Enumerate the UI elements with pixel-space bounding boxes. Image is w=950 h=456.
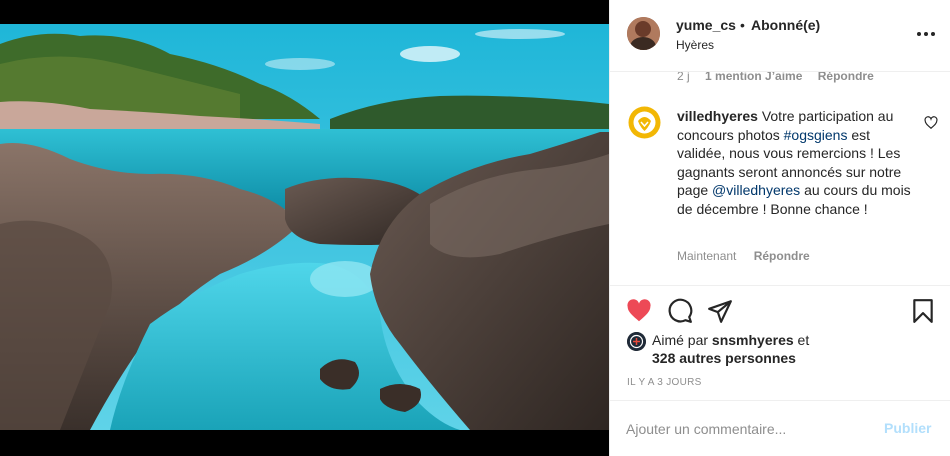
likes-summary: Aimé par snsmhyeres et 328 autres person…	[610, 330, 950, 372]
post-time-ago[interactable]: IL Y A 3 JOURS	[627, 377, 702, 388]
likes-line: Aimé par snsmhyeres et	[652, 332, 809, 348]
commenter-avatar[interactable]	[627, 105, 662, 140]
comment-input[interactable]	[626, 415, 866, 443]
post-photo[interactable]	[0, 24, 609, 430]
previous-comment-likes[interactable]: 1 mention J’aime	[705, 72, 802, 83]
post-side-panel: yume_cs • Abonné(e) Hyères 2 j 1 mention…	[609, 0, 950, 456]
likes-prefix: Aimé par	[652, 332, 712, 348]
comment-icon[interactable]	[667, 298, 693, 324]
others-likes-link[interactable]: 328 autres personnes	[652, 350, 796, 366]
post-actions	[610, 294, 950, 328]
publish-button[interactable]: Publier	[884, 420, 931, 436]
more-icon[interactable]	[915, 26, 937, 42]
previous-comment-time: 2 j	[677, 72, 690, 83]
previous-comment-reply-button[interactable]: Répondre	[818, 72, 874, 83]
liker-username[interactable]: snsmhyeres	[712, 332, 794, 348]
liker-avatar[interactable]	[627, 332, 646, 351]
comment-reply-button[interactable]: Répondre	[754, 249, 810, 263]
bookmark-icon[interactable]	[910, 298, 936, 324]
post-location[interactable]: Hyères	[676, 38, 714, 52]
author-username[interactable]: yume_cs	[676, 17, 736, 33]
mention-link[interactable]: @villedhyeres	[712, 182, 800, 198]
previous-comment-meta: 2 j 1 mention J’aime Répondre	[677, 72, 886, 83]
comment-time: Maintenant	[677, 249, 737, 263]
follow-status-button[interactable]: Abonné(e)	[751, 17, 820, 33]
comment-meta: Maintenant Répondre	[677, 249, 810, 263]
author-avatar[interactable]	[627, 17, 660, 50]
add-comment-section: Publier	[610, 400, 950, 456]
heart-icon[interactable]	[626, 298, 652, 324]
commenter-username[interactable]: villedhyeres	[677, 108, 758, 124]
comment-text: villedhyeres Votre participation au conc…	[677, 107, 915, 218]
hashtag-link[interactable]: #ogsgiens	[784, 127, 848, 143]
likes-suffix: et	[793, 332, 810, 348]
share-icon[interactable]	[707, 298, 733, 324]
heart-outline-icon[interactable]	[924, 116, 938, 130]
post-header: yume_cs • Abonné(e) Hyères	[610, 0, 950, 72]
separator-dot: •	[740, 17, 745, 33]
comments-list[interactable]: 2 j 1 mention J’aime Répondre villedhyer…	[610, 72, 950, 286]
photo-area	[0, 0, 609, 456]
